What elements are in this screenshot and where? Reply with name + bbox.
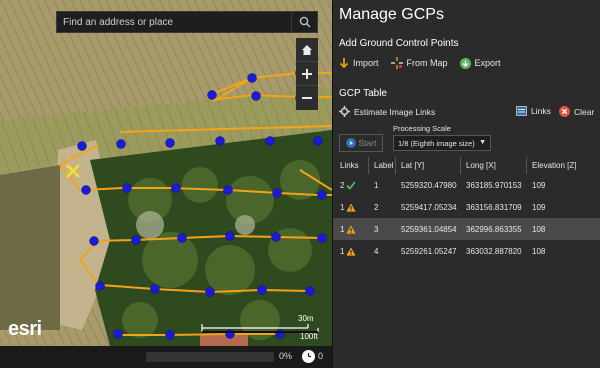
lat-cell: 5259417.05234 <box>401 202 457 212</box>
elevation-cell: 109 <box>532 180 546 190</box>
aerial-map <box>0 0 332 368</box>
col-long[interactable]: Long [X] <box>461 157 527 174</box>
label-cell: 1 <box>374 180 379 190</box>
search-icon <box>299 16 310 28</box>
clear-icon <box>559 106 570 117</box>
links-cell: 1 <box>333 225 369 234</box>
warning-icon <box>346 225 357 234</box>
from-map-button[interactable]: From Map <box>390 57 448 69</box>
elevation-cell: 109 <box>532 202 546 212</box>
links-cell: 1 <box>333 247 369 256</box>
clear-label: Clear <box>574 106 595 117</box>
progress-text: 0% <box>279 351 293 361</box>
minus-icon <box>302 97 312 99</box>
zoom-out-button[interactable] <box>296 86 318 110</box>
panel-title: Manage GCPs <box>339 6 444 23</box>
map-status-bar: 0% 0 <box>0 346 332 368</box>
chevron-down-icon: ▼ <box>479 139 486 146</box>
processing-scale-select[interactable]: 1/8 (Eighth image size) ▼ <box>393 135 491 151</box>
add-gcp-heading: Add Ground Control Points <box>339 38 459 49</box>
play-icon <box>345 138 356 148</box>
links-button[interactable]: Links <box>516 106 551 116</box>
links-cell: 2 <box>333 181 369 190</box>
clear-button[interactable]: Clear <box>559 106 594 117</box>
import-button[interactable]: Import <box>339 57 379 69</box>
col-elevation[interactable]: Elevation [Z] <box>527 157 600 174</box>
warning-icon <box>346 203 357 212</box>
home-icon <box>302 44 312 55</box>
home-button[interactable] <box>296 38 318 62</box>
download-arrow-icon <box>339 57 349 68</box>
check-icon <box>346 180 357 190</box>
long-cell: 363156.831709 <box>466 202 522 212</box>
elevation-cell: 108 <box>532 224 546 234</box>
label-cell: 3 <box>374 224 379 234</box>
table-row[interactable]: 1 4 5259261.05247 363032.887820 108 <box>333 240 600 262</box>
link-count: 2 <box>340 180 345 190</box>
links-cell: 1 <box>333 203 369 212</box>
status-count: 0 <box>318 351 324 361</box>
warning-icon <box>346 247 357 256</box>
image-links-icon <box>516 106 527 116</box>
long-cell: 362996.863355 <box>466 224 522 234</box>
scale-label-metric: 30m <box>298 314 314 323</box>
scale-label-imperial: 100ft <box>300 332 318 341</box>
export-label: Export <box>474 58 501 68</box>
scale-bar: 30m 100ft <box>200 314 320 342</box>
zoom-in-button[interactable] <box>296 62 318 86</box>
gear-icon <box>339 106 350 117</box>
link-count: 1 <box>340 246 345 256</box>
map-view[interactable]: esri 30m 100ft 0% 0 <box>0 0 332 368</box>
lat-cell: 5259361.04854 <box>401 224 457 234</box>
gcp-table-heading: GCP Table <box>339 88 387 99</box>
estimate-label: Estimate Image Links <box>354 106 436 117</box>
label-cell: 2 <box>374 202 379 212</box>
map-controls <box>296 38 318 110</box>
from-map-label: From Map <box>406 58 448 68</box>
table-header: Links Label Lat [Y] Long [X] Elevation [… <box>333 157 600 174</box>
col-lat[interactable]: Lat [Y] <box>396 157 461 174</box>
col-label[interactable]: Label <box>369 157 396 174</box>
start-button[interactable]: Start <box>339 134 383 152</box>
esri-logo: esri <box>8 318 42 340</box>
clock-icon <box>302 350 315 363</box>
processing-scale-label: Processing Scale <box>393 124 451 133</box>
col-links[interactable]: Links <box>333 157 369 174</box>
manage-gcps-panel: Manage GCPs Add Ground Control Points Im… <box>332 0 600 368</box>
elevation-cell: 108 <box>532 246 546 256</box>
export-icon <box>459 57 471 69</box>
processing-scale-value: 1/8 (Eighth image size) <box>398 138 475 148</box>
table-row[interactable]: 1 3 5259361.04854 362996.863355 108 <box>333 218 600 240</box>
estimate-image-links-button[interactable]: Estimate Image Links <box>339 106 435 117</box>
gcp-toolbar: Import From Map Export <box>339 57 501 69</box>
gcp-table: Links Label Lat [Y] Long [X] Elevation [… <box>333 157 600 262</box>
link-count: 1 <box>340 202 345 212</box>
lat-cell: 5259320.47980 <box>401 180 457 190</box>
start-label: Start <box>358 138 377 148</box>
plus-icon <box>302 68 312 79</box>
export-button[interactable]: Export <box>459 57 501 69</box>
links-label: Links <box>531 106 551 116</box>
table-row[interactable]: 2 1 5259320.47980 363185.970153 109 <box>333 174 600 196</box>
long-cell: 363032.887820 <box>466 246 522 256</box>
import-label: Import <box>353 58 379 68</box>
crosshair-icon <box>390 57 403 69</box>
link-count: 1 <box>340 224 345 234</box>
search-button[interactable] <box>291 12 317 32</box>
table-tools: Estimate Image Links Links Clear <box>339 106 595 120</box>
search-input[interactable] <box>57 12 291 32</box>
label-cell: 4 <box>374 246 379 256</box>
lat-cell: 5259261.05247 <box>401 246 457 256</box>
progress-bar <box>146 352 274 362</box>
search-box <box>56 11 318 33</box>
table-row[interactable]: 1 2 5259417.05234 363156.831709 109 <box>333 196 600 218</box>
long-cell: 363185.970153 <box>466 180 522 190</box>
